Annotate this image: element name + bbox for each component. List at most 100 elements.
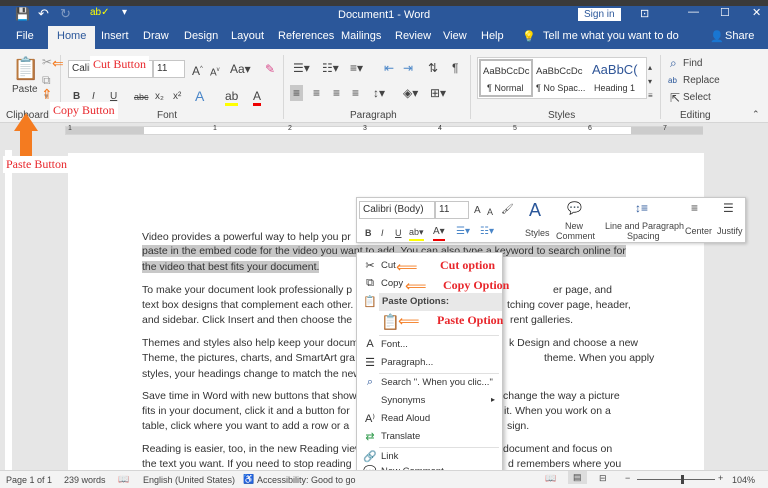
tab-mailings[interactable]: Mailings: [341, 30, 381, 42]
zoom-in-icon[interactable]: +: [718, 473, 723, 483]
collapse-ribbon-icon[interactable]: ⌃: [752, 107, 760, 121]
document-line[interactable]: fits in your document, click it and a bu…: [142, 405, 350, 417]
menu-item-translate[interactable]: ⇄ Translate: [357, 428, 502, 446]
web-layout-icon[interactable]: ⊟: [599, 473, 607, 484]
tab-references[interactable]: References: [278, 30, 334, 42]
new-comment-button-line2[interactable]: Comment: [556, 229, 595, 243]
tab-draw[interactable]: Draw: [143, 30, 169, 42]
align-center-icon[interactable]: ≡: [313, 86, 320, 100]
document-line-fragment[interactable]: er page, and: [553, 284, 612, 296]
new-comment-icon[interactable]: 💬: [567, 201, 582, 215]
document-line-fragment[interactable]: sign.: [507, 420, 529, 432]
mini-highlight-icon[interactable]: ab▾: [409, 225, 424, 241]
document-line[interactable]: Save time in Word with new buttons that …: [142, 390, 357, 402]
document-line[interactable]: table, click where you want to add a row…: [142, 420, 349, 432]
tab-home[interactable]: Home: [48, 26, 96, 49]
zoom-out-icon[interactable]: −: [625, 473, 630, 483]
mini-numbering-icon[interactable]: ☷▾: [480, 225, 494, 239]
document-line[interactable]: text box designs that complement each ot…: [142, 299, 353, 311]
center-button[interactable]: Center: [685, 224, 712, 238]
document-line[interactable]: and sidebar. Click Insert and then choos…: [142, 314, 352, 326]
subscript-button[interactable]: x₂: [155, 90, 164, 104]
bullets-icon[interactable]: ☰▾: [293, 61, 310, 75]
document-line-fragment[interactable]: rent galleries.: [510, 314, 573, 326]
mini-size-select[interactable]: 11: [435, 201, 469, 219]
paste-keep-text-only-icon[interactable]: 📋: [381, 313, 400, 331]
tab-review[interactable]: Review: [395, 30, 431, 42]
word-count[interactable]: 239 words: [64, 475, 106, 485]
document-line-fragment[interactable]: change the way a picture: [503, 390, 620, 402]
zoom-level[interactable]: 104%: [732, 475, 755, 485]
menu-item-paragraph[interactable]: ☰ Paragraph...: [357, 354, 502, 372]
language[interactable]: English (United States): [143, 475, 235, 485]
select-icon[interactable]: ⇱: [670, 91, 680, 105]
vertical-ruler[interactable]: [5, 150, 12, 470]
print-layout-icon[interactable]: ▤: [568, 471, 587, 484]
center-icon[interactable]: ≡: [691, 201, 698, 215]
document-line[interactable]: styles, your headings change to match th…: [142, 368, 361, 380]
strikethrough-button[interactable]: abc: [134, 90, 149, 104]
styles-scroll-icon[interactable]: ▴ ▾ ≡: [648, 61, 653, 103]
mini-font-select[interactable]: Calibri (Body): [359, 201, 435, 219]
numbering-icon[interactable]: ☷▾: [322, 61, 339, 75]
document-line[interactable]: Reading is easier, too, in the new Readi…: [142, 443, 363, 455]
superscript-button[interactable]: x²: [173, 90, 181, 104]
document-line-fragment[interactable]: theme. When you apply: [544, 352, 654, 364]
line-spacing-button-line2[interactable]: Spacing: [627, 229, 660, 243]
mini-italic-button[interactable]: I: [381, 226, 384, 240]
decrease-indent-icon[interactable]: ⇤: [384, 61, 394, 75]
style-no-spacing[interactable]: AaBbCcDc ¶ No Spac...: [536, 59, 590, 97]
save-icon[interactable]: 💾: [15, 7, 30, 21]
justify-icon[interactable]: ☰: [723, 201, 734, 215]
style-normal[interactable]: AaBbCcDc ¶ Normal: [479, 59, 533, 97]
read-mode-icon[interactable]: 📖: [545, 473, 556, 484]
document-line-fragment[interactable]: tching cover page, header,: [507, 299, 631, 311]
share-icon[interactable]: 👤: [710, 30, 724, 43]
borders-icon[interactable]: ⊞▾: [430, 86, 446, 100]
cut-icon[interactable]: ✂: [42, 55, 52, 69]
tell-me-search[interactable]: Tell me what you want to do: [543, 30, 679, 42]
document-line[interactable]: To make your document look professionall…: [142, 284, 352, 296]
mini-font-color-icon[interactable]: A▾: [433, 225, 445, 241]
grow-font-icon[interactable]: A^: [192, 62, 203, 78]
style-heading-1[interactable]: AaBbC( Heading 1: [590, 59, 644, 97]
mini-grow-font-icon[interactable]: A: [474, 204, 481, 218]
tab-view[interactable]: View: [443, 30, 467, 42]
paste-button-label[interactable]: Paste: [12, 83, 38, 97]
menu-item-synonyms[interactable]: Synonyms ▸: [357, 392, 502, 410]
tab-layout[interactable]: Layout: [231, 30, 264, 42]
replace-icon[interactable]: ab: [668, 74, 677, 88]
document-line[interactable]: Video provides a powerful way to help yo…: [142, 231, 351, 243]
shading-icon[interactable]: ◈▾: [403, 86, 418, 100]
tab-help[interactable]: Help: [481, 30, 504, 42]
clear-formatting-icon[interactable]: ✎: [265, 62, 275, 76]
ribbon-display-icon[interactable]: ⊡: [640, 7, 649, 20]
align-left-icon[interactable]: ≡: [290, 85, 304, 101]
document-line[interactable]: Theme, the pictures, charts, and SmartAr…: [142, 352, 355, 364]
font-size-select[interactable]: 11: [153, 60, 185, 78]
justify-button[interactable]: Justify: [717, 224, 743, 238]
line-spacing-icon[interactable]: ↕≡: [635, 201, 648, 215]
select-button[interactable]: Select: [683, 91, 711, 105]
sign-in-button[interactable]: Sign in: [578, 8, 621, 21]
tab-design[interactable]: Design: [184, 30, 218, 42]
find-button[interactable]: Find: [683, 57, 702, 71]
font-color-icon[interactable]: A: [253, 89, 262, 106]
zoom-slider-thumb[interactable]: [681, 475, 684, 484]
document-line-fragment[interactable]: document and focus on: [503, 443, 612, 455]
document-line[interactable]: the video that best fits your document.: [142, 261, 320, 273]
align-right-icon[interactable]: ≡: [333, 86, 340, 100]
document-line-fragment[interactable]: it. When you work on a: [504, 405, 611, 417]
find-icon[interactable]: ⌕: [670, 56, 677, 70]
text-effects-icon[interactable]: A: [195, 89, 204, 103]
document-line[interactable]: Themes and styles also help keep your do…: [142, 337, 359, 349]
replace-button[interactable]: Replace: [683, 74, 720, 88]
share-button[interactable]: Share: [725, 30, 754, 42]
mini-format-painter-icon[interactable]: 🖌: [501, 203, 514, 217]
copy-icon[interactable]: ⧉: [42, 73, 51, 87]
spelling-icon[interactable]: ab✓: [90, 7, 110, 18]
zoom-slider[interactable]: [637, 475, 715, 484]
increase-indent-icon[interactable]: ⇥: [403, 61, 413, 75]
justify-icon[interactable]: ≡: [352, 86, 359, 100]
menu-item-read-aloud[interactable]: A⁾ Read Aloud: [357, 410, 502, 428]
